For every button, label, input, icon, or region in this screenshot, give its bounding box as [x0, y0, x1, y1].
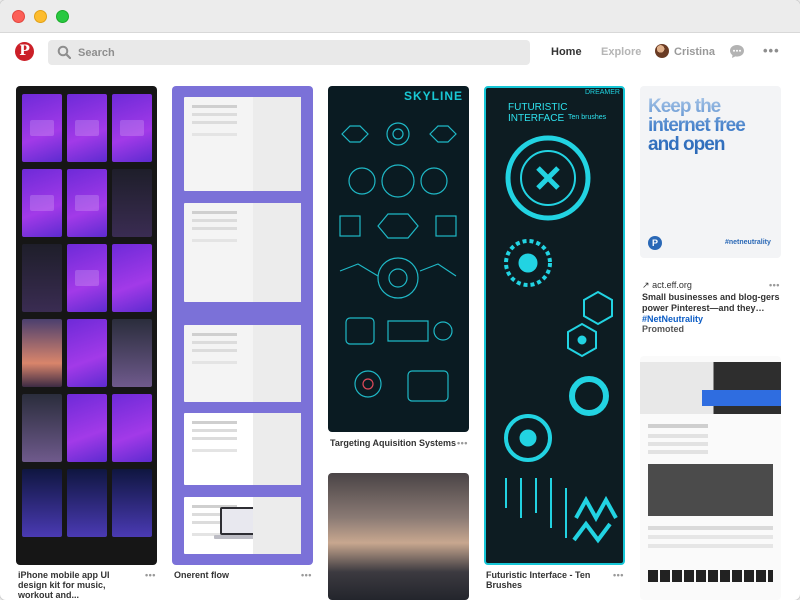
pin-image-coastal-resort[interactable]: [328, 473, 469, 600]
app-screen: [67, 469, 107, 537]
minimize-window-button[interactable]: [34, 10, 47, 23]
image-corner-label: DREAMER: [584, 89, 620, 96]
app-screen: [67, 94, 107, 162]
app-screen: [112, 94, 152, 162]
nav-home-link[interactable]: Home: [551, 46, 582, 58]
browser-window: P Home Explore Cristina •••: [0, 0, 800, 600]
pin-title[interactable]: Targeting Aquisition Systems: [330, 438, 456, 448]
pin-image-futuristic-interface[interactable]: DREAMER FUTURISTIC INTERFACE Ten brushes: [484, 86, 625, 565]
top-navigation: P Home Explore Cristina •••: [0, 34, 800, 72]
app-screen: [67, 319, 107, 387]
image-subheading: Ten brushes: [568, 114, 607, 121]
pin-title[interactable]: Futuristic Interface - Ten Brushes: [486, 570, 606, 590]
hashtag-link[interactable]: #NetNeutrality: [642, 314, 703, 324]
profile-hero: [640, 362, 781, 414]
messages-icon[interactable]: [729, 44, 745, 59]
image-heading: SKYLINE: [403, 89, 463, 103]
app-screen: [112, 244, 152, 312]
pinterest-badge-icon: P: [648, 236, 662, 250]
wireframe-screen: [184, 203, 301, 302]
pin-image-net-neutrality[interactable]: Keep the internet free and open P #netne…: [640, 86, 781, 258]
zoom-window-button[interactable]: [56, 10, 69, 23]
close-window-button[interactable]: [12, 10, 25, 23]
avatar: [655, 44, 669, 58]
illustration-figure: [271, 426, 287, 469]
pin-title[interactable]: iPhone mobile app UI design kit for musi…: [18, 570, 140, 600]
search-icon: [57, 45, 71, 59]
profile-name: Cristina: [674, 46, 715, 58]
text-lines: [648, 424, 708, 428]
wireframe-screen: [184, 413, 301, 485]
pin-more-icon[interactable]: •••: [457, 438, 468, 448]
athlete-photo: [648, 464, 773, 516]
pin-image-targeting-systems[interactable]: SKYLINE: [328, 86, 469, 432]
app-screen: [112, 319, 152, 387]
image-heading: Keep the internet free and open: [648, 97, 776, 154]
pin-title[interactable]: Onerent flow: [174, 570, 229, 580]
pin-feed: iPhone mobile app UI design kit for musi…: [0, 72, 800, 600]
pin-more-icon[interactable]: •••: [769, 280, 780, 290]
app-screen: [22, 169, 62, 237]
hud-elements-graphic: [339, 122, 457, 402]
profile-accent-block: [702, 390, 781, 406]
pin-image-onerent-flow[interactable]: [172, 86, 313, 565]
text-lines: [648, 526, 773, 530]
app-screen: [22, 244, 62, 312]
pin-image-athlete-profile[interactable]: [640, 356, 781, 600]
external-link-icon: ↗: [642, 280, 650, 290]
app-screen: [112, 169, 152, 237]
app-screen: [22, 469, 62, 537]
image-hashtag: #netneutrality: [725, 239, 771, 246]
promoted-label: Promoted: [642, 324, 685, 334]
app-screen: [22, 394, 62, 462]
wireframe-screen: [184, 97, 301, 191]
stats-bar: [648, 570, 773, 582]
ui-kit-screens: [22, 94, 152, 564]
nav-explore-link[interactable]: Explore: [601, 46, 641, 58]
promoted-description: Small businesses and blog-gers power Pin…: [642, 292, 782, 325]
app-screen: [67, 394, 107, 462]
more-options-icon[interactable]: •••: [763, 43, 780, 58]
pin-more-icon[interactable]: •••: [301, 570, 312, 580]
search-input[interactable]: [78, 44, 518, 61]
pin-image-mobile-ui-kit[interactable]: [16, 86, 157, 565]
app-screen: [67, 169, 107, 237]
search-bar[interactable]: [48, 40, 530, 65]
app-screen: [112, 469, 152, 537]
app-screen: [67, 244, 107, 312]
pin-more-icon[interactable]: •••: [145, 570, 156, 580]
pin-more-icon[interactable]: •••: [613, 570, 624, 580]
pinterest-logo-icon[interactable]: P: [15, 42, 34, 61]
source-domain: act.eff.org: [652, 280, 692, 290]
laptop-mockup: [214, 507, 274, 539]
app-screen: [112, 394, 152, 462]
wireframe-screen: [184, 497, 301, 554]
promoted-text: Small businesses and blog-gers power Pin…: [642, 292, 780, 313]
wireframe-screen: [184, 325, 301, 402]
app-screen: [22, 94, 62, 162]
promoted-source-link[interactable]: ↗ act.eff.org: [642, 280, 692, 291]
futuristic-hud-graphic: [504, 135, 618, 544]
title-bar: [0, 0, 800, 33]
app-screen: [22, 319, 62, 387]
